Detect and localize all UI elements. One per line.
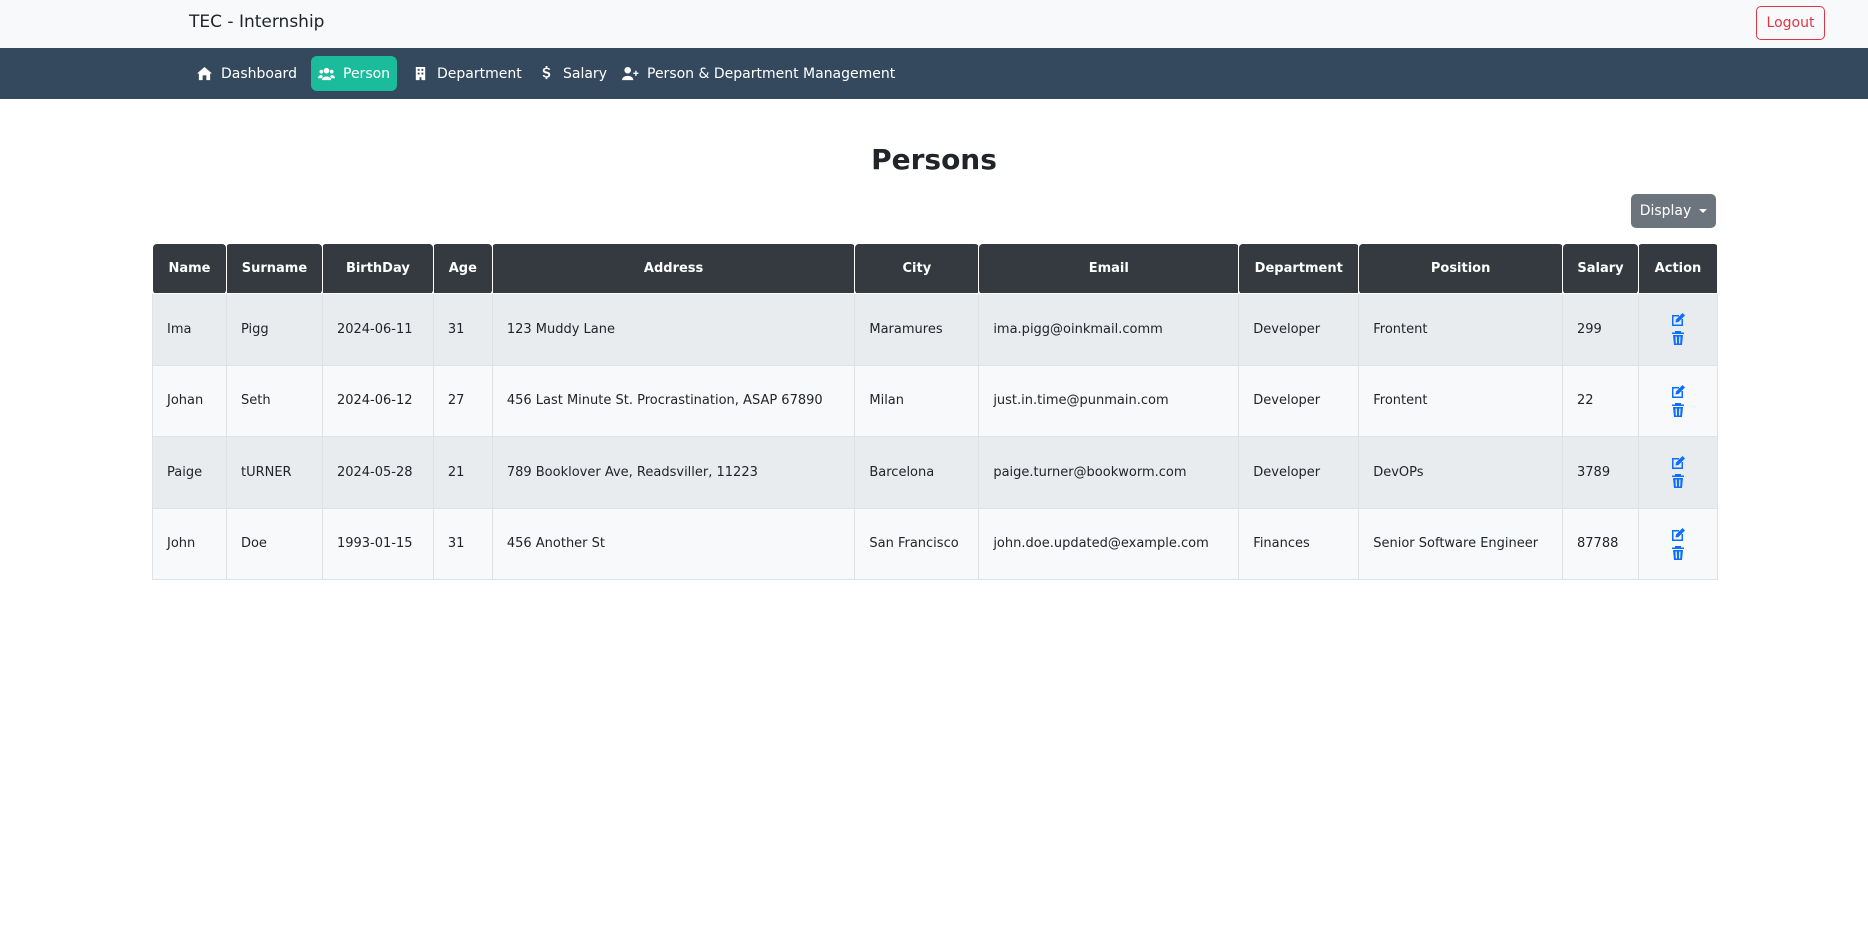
column-header-name: Name [152,243,227,294]
nav-item-person[interactable]: Person [311,56,398,91]
building-icon [415,66,426,81]
main-navbar: Dashboard Person Department Salary Perso… [0,48,1868,99]
top-bar: TEC - Internship Logout [0,0,1868,48]
cell-address: 456 Last Minute St. Procrastination, ASA… [491,364,856,437]
table-body: Ima Pigg 2024-06-11 31 123 Muddy Lane Ma… [152,293,1719,580]
cell-department: Finances [1238,507,1360,580]
cell-salary: 87788 [1562,507,1639,580]
logout-button[interactable]: Logout [1756,6,1825,40]
cell-position: Frontent [1358,364,1563,437]
cell-surname: Pigg [225,293,323,366]
cell-age: 27 [432,364,493,437]
cell-position: Frontent [1358,293,1563,366]
column-header-action: Action [1637,243,1719,294]
persons-table: Name Surname BirthDay Age Address City E… [152,243,1719,580]
table-row: Johan Seth 2024-06-12 27 456 Last Minute… [152,364,1719,437]
cell-city: Maramures [854,293,980,366]
nav-label-person-department-management: Person & Department Management [647,65,896,82]
nav-label-person: Person [343,65,391,82]
column-header-department: Department [1238,243,1360,294]
column-header-birthday: BirthDay [321,243,434,294]
cell-surname: Doe [225,507,323,580]
column-header-position: Position [1358,243,1563,294]
cell-birthday: 1993-01-15 [321,507,434,580]
trash-icon[interactable] [1670,330,1686,346]
cell-name: John [152,507,227,580]
edit-icon[interactable] [1670,312,1686,328]
edit-icon[interactable] [1670,455,1686,471]
cell-age: 31 [432,293,493,366]
cell-address: 456 Another St [491,507,856,580]
dollar-icon [542,66,551,80]
cell-age: 21 [432,436,493,509]
column-header-city: City [854,243,980,294]
users-icon [318,67,335,81]
cell-action [1637,507,1719,580]
edit-icon[interactable] [1670,527,1686,543]
cell-position: DevOPs [1358,436,1563,509]
user-plus-icon [622,66,639,81]
cell-name: Ima [152,293,227,366]
page-title: Persons [871,143,997,176]
home-icon [197,66,212,81]
cell-department: Developer [1238,293,1360,366]
cell-department: Developer [1238,364,1360,437]
nav-label-salary: Salary [563,65,607,82]
column-header-age: Age [432,243,493,294]
cell-salary: 299 [1562,293,1639,366]
cell-birthday: 2024-06-11 [321,293,434,366]
cell-birthday: 2024-05-28 [321,436,434,509]
nav-label-dashboard: Dashboard [221,65,297,82]
cell-department: Developer [1238,436,1360,509]
cell-email: paige.turner@bookworm.com [978,436,1240,509]
display-button-label: Display [1639,203,1692,219]
brand-title[interactable]: TEC - Internship [189,12,324,32]
cell-salary: 3789 [1562,436,1639,509]
caret-down-icon [1699,209,1708,213]
column-header-salary: Salary [1562,243,1639,294]
nav-item-dashboard[interactable]: Dashboard [189,56,304,91]
cell-action [1637,436,1719,509]
table-row: Ima Pigg 2024-06-11 31 123 Muddy Lane Ma… [152,293,1719,366]
cell-address: 789 Booklover Ave, Readsviller, 11223 [491,436,856,509]
cell-position: Senior Software Engineer [1358,507,1563,580]
cell-city: Milan [854,364,980,437]
nav-label-department: Department [437,65,522,82]
cell-email: ima.pigg@oinkmail.comm [978,293,1240,366]
cell-salary: 22 [1562,364,1639,437]
nav-item-person-department-management[interactable]: Person & Department Management [615,56,902,91]
cell-age: 31 [432,507,493,580]
column-header-email: Email [978,243,1240,294]
cell-surname: Seth [225,364,323,437]
table-header: Name Surname BirthDay Age Address City E… [152,243,1719,294]
cell-address: 123 Muddy Lane [491,293,856,366]
cell-city: San Francisco [854,507,980,580]
cell-name: Paige [152,436,227,509]
cell-action [1637,364,1719,437]
cell-surname: tURNER [225,436,323,509]
trash-icon[interactable] [1670,545,1686,561]
cell-name: Johan [152,364,227,437]
cell-email: john.doe.updated@example.com [978,507,1240,580]
cell-birthday: 2024-06-12 [321,364,434,437]
nav-item-salary[interactable]: Salary [531,56,614,91]
trash-icon[interactable] [1670,402,1686,418]
display-dropdown-button[interactable]: Display [1631,194,1716,228]
nav-item-department[interactable]: Department [405,56,529,91]
table-row: Paige tURNER 2024-05-28 21 789 Booklover… [152,436,1719,509]
column-header-address: Address [491,243,856,294]
cell-email: just.in.time@punmain.com [978,364,1240,437]
cell-action [1637,293,1719,366]
cell-city: Barcelona [854,436,980,509]
column-header-surname: Surname [225,243,323,294]
table-row: John Doe 1993-01-15 31 456 Another St Sa… [152,507,1719,580]
trash-icon[interactable] [1670,473,1686,489]
edit-icon[interactable] [1670,384,1686,400]
